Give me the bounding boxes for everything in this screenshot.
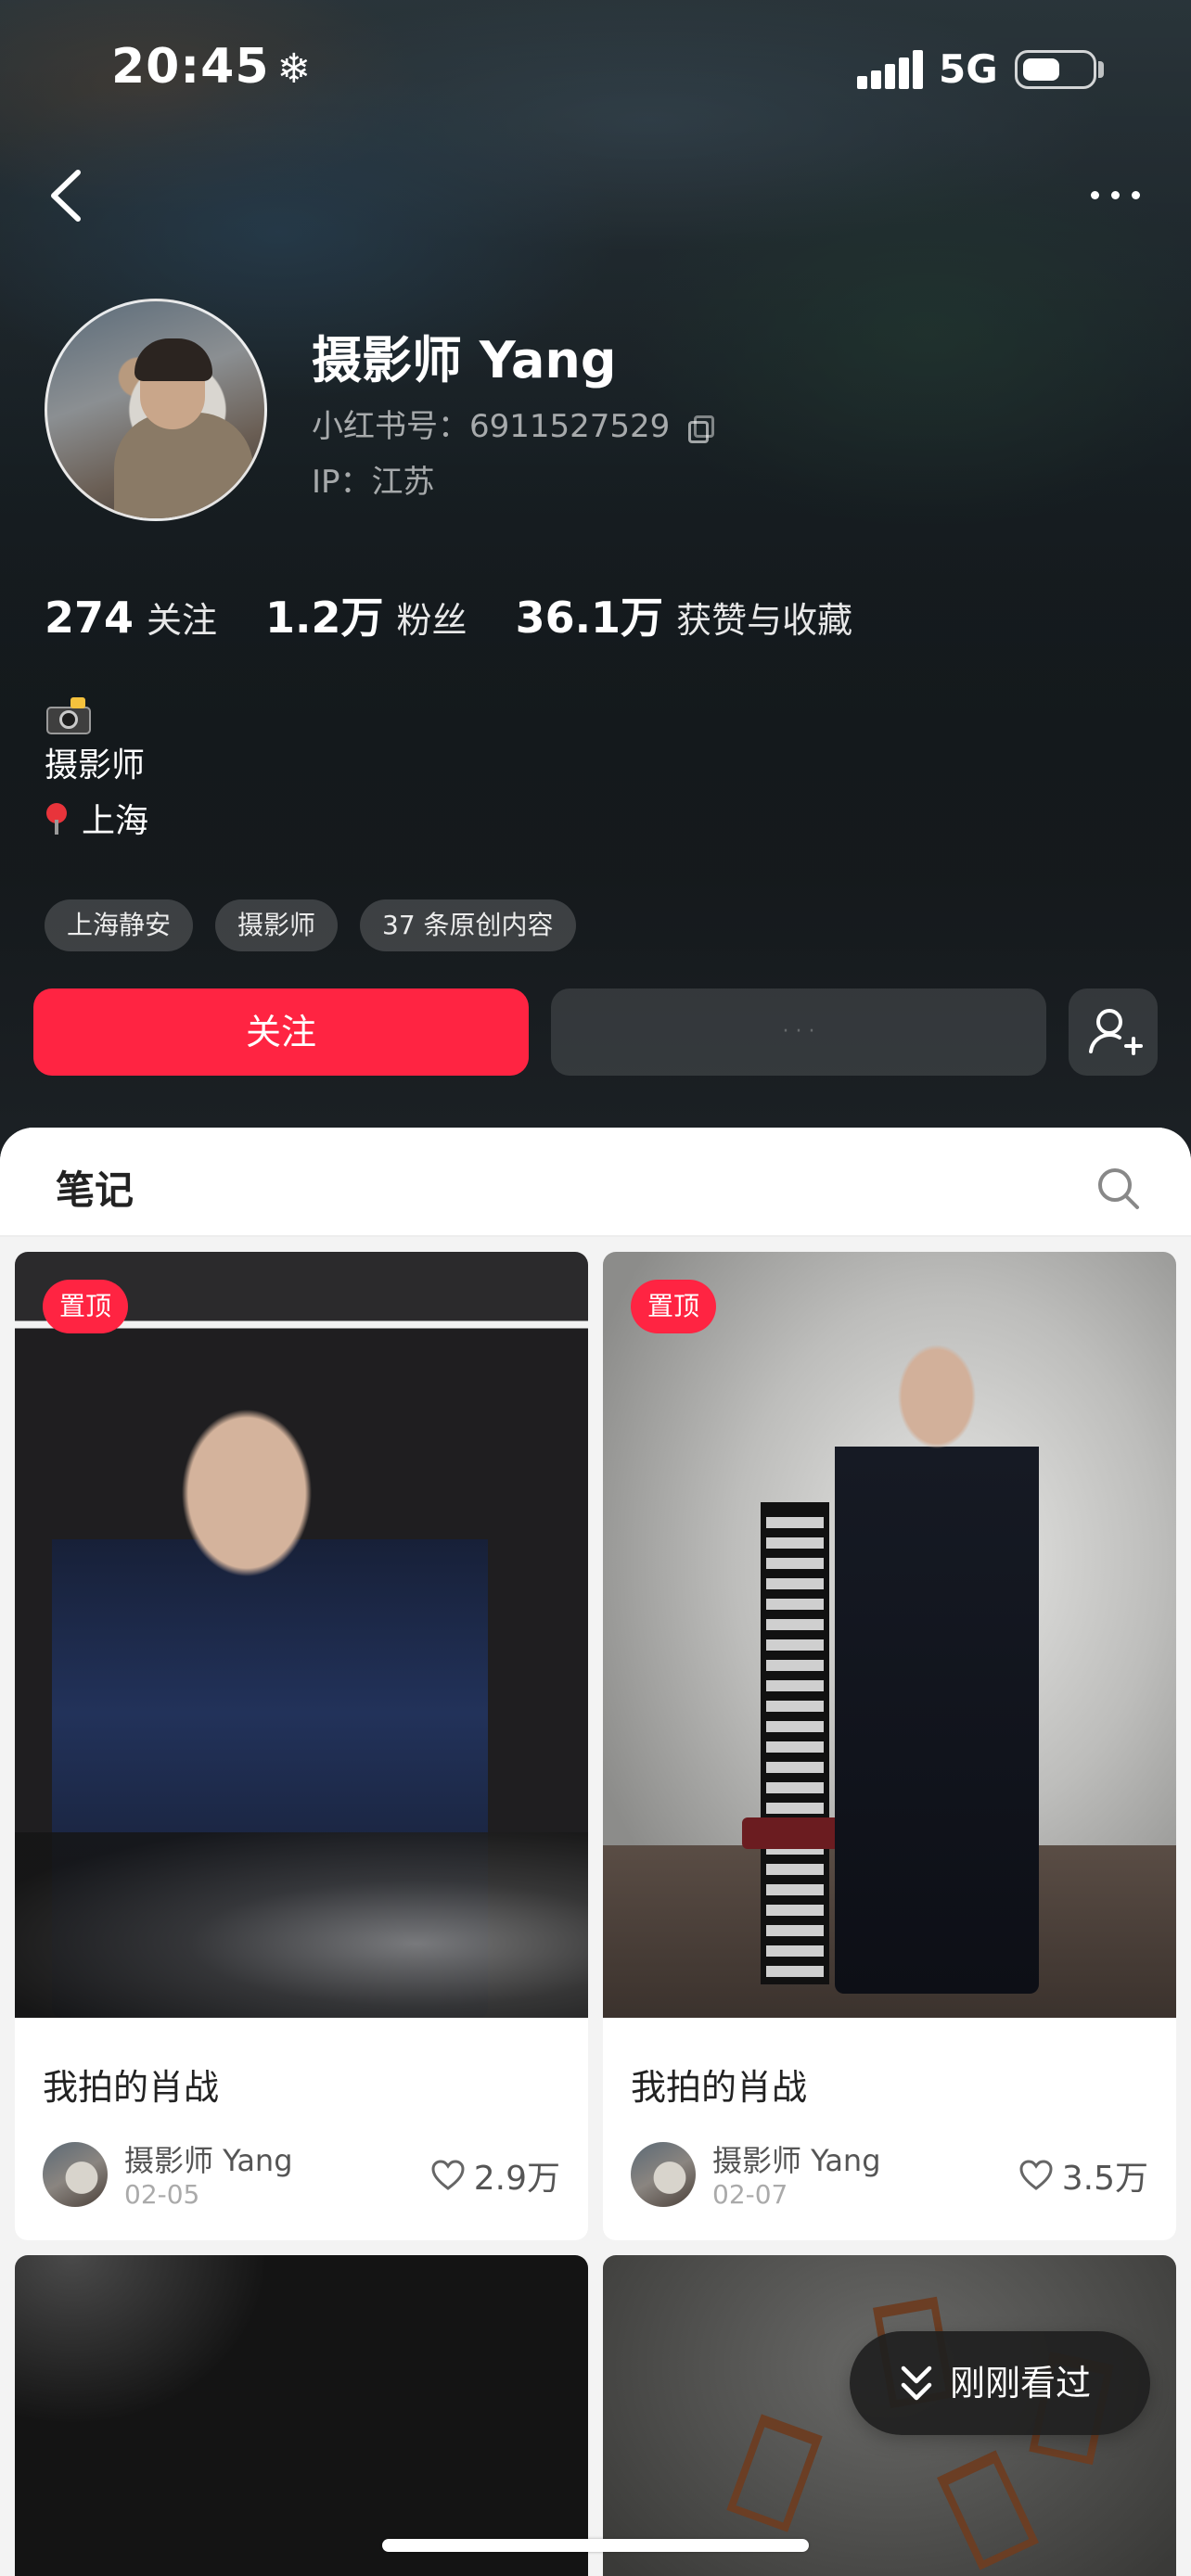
status-time: 20:45 ❄	[111, 39, 312, 95]
tag-profession[interactable]: 摄影师	[215, 899, 339, 951]
tab-notes[interactable]: 笔记	[56, 1159, 134, 1216]
stat-label: 粉丝	[396, 600, 467, 641]
like-count: 3.5万	[1061, 2160, 1148, 2198]
stat-likes-collections[interactable]: 36.1万 获赞与收藏	[516, 584, 853, 645]
stat-value: 36.1万	[515, 593, 664, 643]
note-date: 02-07	[712, 2179, 788, 2210]
profile-stats: 274 关注 1.2万 粉丝 36.1万 获赞与收藏	[45, 584, 901, 645]
note-title: 我拍的肖战	[631, 2067, 808, 2108]
red-id-text: 小红书号：6911527529	[312, 408, 671, 445]
clock-text: 20:45	[111, 39, 270, 95]
copy-icon[interactable]	[688, 414, 715, 443]
profile-tags: 上海静安 摄影师 37 条原创内容	[45, 899, 598, 951]
stat-label: 关注	[147, 600, 218, 641]
profile-avatar[interactable]	[45, 299, 267, 521]
add-user-icon	[1089, 1009, 1143, 1055]
battery-icon	[1015, 50, 1096, 89]
note-cover-image	[15, 2255, 588, 2576]
stat-following[interactable]: 274 关注	[45, 592, 217, 643]
note-date: 02-05	[124, 2179, 200, 2210]
red-id[interactable]: 小红书号：6911527529	[312, 401, 715, 446]
bio-line: 摄影师	[45, 746, 146, 784]
pinned-badge: 置顶	[43, 1280, 129, 1333]
recently-viewed-label: 刚刚看过	[950, 2363, 1092, 2404]
network-type: 5G	[939, 46, 998, 92]
bio-location-text: 上海	[82, 802, 149, 840]
notes-tabbar: 笔记	[0, 1128, 1191, 1237]
note-cover-image	[603, 1252, 1176, 2018]
location-pin-icon	[45, 803, 69, 835]
heart-icon	[1019, 2160, 1053, 2190]
search-icon	[1098, 1168, 1139, 1209]
chevron-left-icon	[51, 170, 81, 222]
add-friend-button[interactable]	[1069, 988, 1158, 1076]
back-button[interactable]	[43, 163, 98, 228]
like-count: 2.9万	[473, 2160, 560, 2198]
bio-location: 上海	[45, 794, 148, 849]
pinned-badge: 置顶	[631, 1280, 717, 1333]
follow-button[interactable]: 关注	[33, 988, 529, 1076]
status-bar: 20:45 ❄ 5G	[0, 0, 1191, 139]
stat-followers[interactable]: 1.2万 粉丝	[265, 584, 467, 645]
author-avatar[interactable]	[631, 2142, 696, 2207]
profile-name: 摄影师 Yang	[312, 331, 617, 389]
note-title: 我拍的肖战	[43, 2067, 220, 2108]
heart-icon	[431, 2160, 465, 2190]
recently-viewed-button[interactable]: 刚刚看过	[850, 2331, 1150, 2435]
home-indicator[interactable]	[382, 2539, 809, 2552]
note-author[interactable]: 摄影师 Yang	[712, 2137, 881, 2180]
note-author[interactable]: 摄影师 Yang	[124, 2137, 293, 2180]
snowflake-icon: ❄	[276, 45, 313, 93]
like-button[interactable]: 3.5万	[1019, 2151, 1148, 2200]
author-avatar[interactable]	[43, 2142, 108, 2207]
note-cover-image	[15, 1252, 588, 2018]
stat-value: 1.2万	[265, 593, 384, 643]
search-button[interactable]	[1095, 1165, 1141, 1211]
battery-level	[1023, 58, 1059, 81]
more-button[interactable]	[1083, 182, 1148, 210]
like-button[interactable]: 2.9万	[431, 2151, 560, 2200]
note-card[interactable]	[15, 2255, 588, 2576]
signal-icon	[857, 48, 924, 89]
camera-flash-icon	[45, 697, 93, 734]
double-chevron-down-icon	[901, 2366, 932, 2401]
tag-original-count[interactable]: 37 条原创内容	[360, 899, 576, 951]
stat-label: 获赞与收藏	[676, 600, 853, 641]
note-card[interactable]: 置顶 我拍的肖战 摄影师 Yang 02-07 3.5万	[603, 1252, 1176, 2240]
stat-value: 274	[45, 593, 134, 643]
profile-bio: 摄影师 上海	[45, 686, 148, 849]
tag-location[interactable]: 上海静安	[45, 899, 194, 951]
message-button[interactable]: · · ·	[551, 988, 1046, 1076]
note-card[interactable]: 置顶 我拍的肖战 摄影师 Yang 02-05 2.9万	[15, 1252, 588, 2240]
more-dots-icon	[1091, 191, 1099, 199]
battery-tip	[1098, 61, 1104, 78]
ip-location: IP：江苏	[312, 464, 435, 501]
